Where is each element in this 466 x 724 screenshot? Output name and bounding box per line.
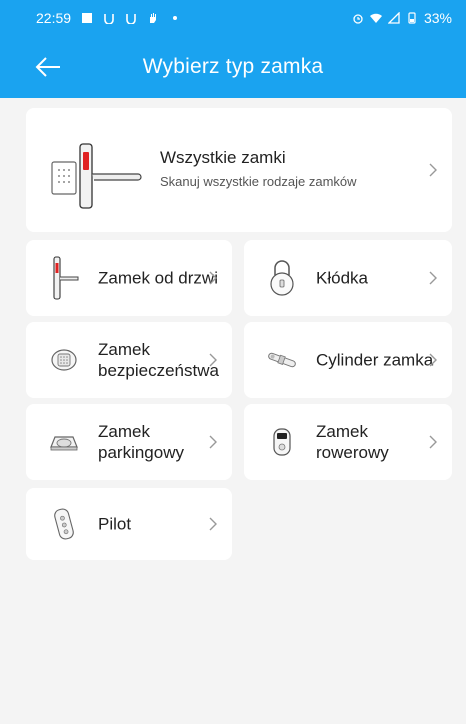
door-lock-icon <box>53 256 79 300</box>
safe-lock-icon <box>51 349 77 371</box>
lock-type-bike[interactable]: Zamek rowerowy <box>244 404 452 480</box>
chevron-right-icon <box>209 353 217 367</box>
chevron-right-icon <box>429 163 437 177</box>
smart-door-lock-icon <box>51 143 142 209</box>
cylinder-lock-icon <box>268 352 296 368</box>
dot-icon <box>173 16 178 20</box>
back-arrow-icon[interactable] <box>34 56 62 78</box>
lock-type-label: Zamek bezpieczeństwa <box>98 340 219 380</box>
lock-type-label: Cylinder zamka <box>316 350 434 370</box>
signal-icon <box>387 12 400 24</box>
lock-type-door[interactable]: Zamek od drzwi <box>26 240 232 316</box>
notification-app-icon <box>104 14 114 24</box>
chevron-right-icon <box>429 435 437 449</box>
lock-type-label: Zamek od drzwi <box>98 268 218 288</box>
hand-icon <box>150 13 157 23</box>
lock-type-safe[interactable]: Zamek bezpieczeństwa <box>26 322 232 398</box>
lock-type-label: Zamek parkingowy <box>98 422 184 462</box>
chevron-right-icon <box>429 271 437 285</box>
all-locks-title: Wszystkie zamki <box>160 148 286 167</box>
battery-percent: 33% <box>423 10 452 26</box>
bike-lock-icon <box>273 428 291 456</box>
wifi-icon <box>369 13 382 23</box>
chevron-right-icon <box>209 517 217 531</box>
padlock-icon <box>270 260 294 296</box>
lock-type-label: Kłódka <box>316 268 368 288</box>
chevron-right-icon <box>429 353 437 367</box>
battery-icon <box>408 12 416 24</box>
lock-type-label: Zamek rowerowy <box>316 422 389 462</box>
all-locks-card[interactable]: Wszystkie zamki Skanuj wszystkie rodzaje… <box>26 108 452 232</box>
chevron-right-icon <box>209 271 217 285</box>
page-title: Wybierz typ zamka <box>142 55 324 78</box>
status-bar: 22:59 33% <box>0 0 466 36</box>
remote-icon <box>54 508 74 540</box>
app-bar: Wybierz typ zamka <box>0 36 466 98</box>
lock-type-cylinder[interactable]: Cylinder zamka <box>244 322 452 398</box>
parking-lock-icon <box>50 436 78 451</box>
status-time: 22:59 <box>36 10 72 26</box>
lock-type-parking[interactable]: Zamek parkingowy <box>26 404 232 480</box>
notification-image-icon <box>82 13 93 23</box>
alarm-icon <box>353 14 363 24</box>
lock-type-label: Pilot <box>98 514 132 534</box>
chevron-right-icon <box>209 435 217 449</box>
notification-app-icon <box>126 14 136 24</box>
lock-type-remote[interactable]: Pilot <box>26 488 232 560</box>
all-locks-subtitle: Skanuj wszystkie rodzaje zamków <box>160 174 357 189</box>
lock-type-padlock[interactable]: Kłódka <box>244 240 452 316</box>
